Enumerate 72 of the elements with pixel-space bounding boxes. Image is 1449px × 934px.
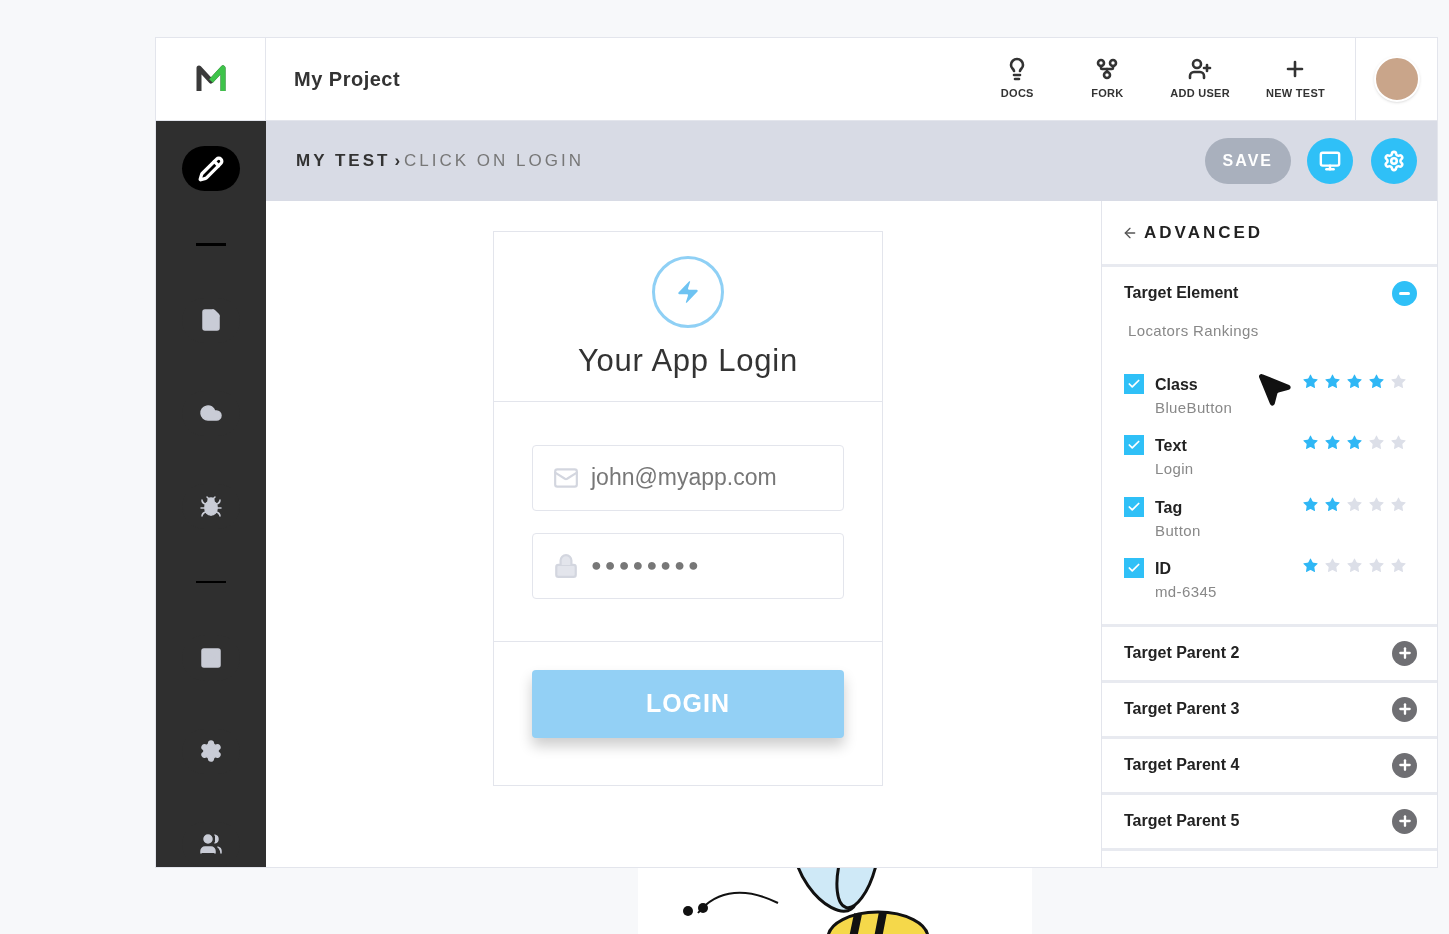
locator-checkbox[interactable] [1124, 496, 1144, 517]
star-icon [1390, 557, 1407, 574]
panel-title: ADVANCED [1144, 221, 1264, 244]
star-icon [1324, 372, 1341, 390]
bug-icon [199, 494, 223, 519]
logo-icon [195, 65, 226, 93]
minus-icon [1399, 292, 1410, 295]
section-title[interactable]: Target Parent 5 [1124, 808, 1392, 833]
bolt-badge-icon [652, 256, 724, 329]
star-icon [1346, 557, 1363, 574]
locator-name: Tag [1155, 497, 1183, 518]
sidebar-item[interactable] [182, 146, 240, 192]
toolbar-button[interactable]: DOCS [972, 56, 1063, 102]
plus-icon [1396, 813, 1413, 829]
lock-icon [553, 552, 579, 579]
locator-value: Button [1155, 520, 1201, 541]
check-icon [1127, 561, 1141, 575]
project-title: My Project [294, 67, 401, 92]
toolbar-button[interactable]: ADD USER [1152, 56, 1248, 102]
breadcrumb-separator: › [394, 150, 401, 173]
pencil-icon [198, 155, 224, 182]
star-icon [1390, 434, 1407, 451]
star-icon [1346, 434, 1363, 451]
star-icon [1368, 434, 1385, 451]
star-icon [1390, 372, 1407, 390]
expand-button[interactable] [1392, 696, 1417, 722]
locator-name: Text [1155, 436, 1187, 456]
locator-value: md-6345 [1155, 582, 1217, 602]
star-icon [1368, 372, 1385, 390]
locator-checkbox[interactable] [1124, 373, 1144, 394]
locator-checkbox[interactable] [1124, 558, 1144, 578]
section-title[interactable]: Target Parent 4 [1124, 752, 1392, 777]
expand-button[interactable] [1392, 808, 1417, 834]
breadcrumb-test[interactable]: MY TEST [296, 148, 391, 174]
expand-button[interactable] [1392, 752, 1417, 778]
star-icon [1302, 372, 1319, 390]
expand-button[interactable] [1392, 640, 1417, 666]
section-title[interactable]: Target Parent 2 [1124, 640, 1392, 665]
people-icon [199, 832, 223, 857]
password-field[interactable]: ●●●●●●●● [532, 532, 844, 599]
fork-icon [1095, 56, 1120, 81]
monitor-icon [1319, 150, 1341, 172]
check-icon [1127, 438, 1141, 452]
breadcrumb-step: CLICK ON LOGIN [404, 148, 584, 174]
star-icon [1346, 495, 1363, 513]
locator-checkbox[interactable] [1124, 435, 1144, 455]
star-icon [1324, 557, 1341, 574]
plus-icon [1396, 757, 1413, 773]
star-icon [1302, 495, 1319, 513]
star-icon [1302, 434, 1319, 451]
star-icon [1368, 495, 1385, 513]
section-title[interactable]: Target Element [1124, 281, 1392, 305]
star-icon [1368, 557, 1385, 574]
section-subtitle: Locators Rankings [1127, 321, 1260, 341]
login-title: Your App Login [578, 342, 798, 381]
document-icon [199, 308, 223, 333]
locator-value: BlueButton [1155, 397, 1233, 418]
star-icon [1346, 372, 1363, 390]
toolbar-button[interactable]: FORK [1062, 56, 1153, 102]
locator-value: Login [1155, 459, 1194, 479]
locator-name: ID [1155, 559, 1171, 579]
locator-name: Class [1155, 374, 1198, 395]
toolbar-button[interactable]: NEW TEST [1247, 56, 1343, 102]
section-title[interactable]: Target Parent 3 [1124, 696, 1392, 721]
email-field[interactable]: john@myapp.com [532, 444, 844, 511]
plus-icon [1396, 701, 1413, 717]
star-icon [1390, 495, 1407, 513]
star-icon [1324, 495, 1341, 513]
star-icon [1324, 434, 1341, 451]
plus-icon [1396, 645, 1413, 661]
star-icon [1302, 557, 1319, 574]
user-plus-icon [1188, 56, 1213, 81]
